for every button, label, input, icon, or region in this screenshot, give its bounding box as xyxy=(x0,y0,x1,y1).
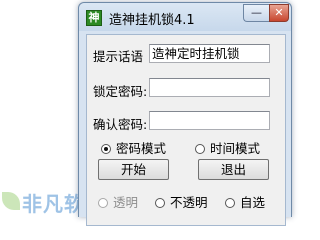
watermark-leaf-icon xyxy=(2,192,20,210)
lock-password-input[interactable] xyxy=(149,78,270,97)
transparent-label: 透明 xyxy=(113,195,139,210)
close-button[interactable]: ✕ xyxy=(269,4,289,22)
lock-password-label: 锁定密码: xyxy=(93,84,148,99)
confirm-password-input[interactable] xyxy=(149,111,270,130)
radio-unselected-icon xyxy=(225,198,235,208)
time-mode-label: 时间模式 xyxy=(210,141,261,156)
window-title: 造神挂机锁4.1 xyxy=(109,13,195,28)
opaque-radio[interactable]: 不透明 xyxy=(155,192,208,211)
app-icon: 神 xyxy=(86,10,102,26)
radio-unselected-icon xyxy=(195,144,205,154)
dialog-body: 提示话语 造神定时挂机锁 锁定密码: 确认密码: 密码模式 时间模式 开始 退出… xyxy=(86,34,286,226)
radio-unselected-icon xyxy=(155,198,165,208)
lock-window: 神 造神挂机锁4.1 — ✕ 提示话语 造神定时挂机锁 锁定密码: 确认密码: … xyxy=(78,2,292,226)
confirm-password-label: 确认密码: xyxy=(93,117,148,132)
exit-button[interactable]: 退出 xyxy=(198,159,269,180)
prompt-label: 提示话语 xyxy=(93,49,144,64)
opaque-label: 不透明 xyxy=(170,195,208,210)
password-mode-radio[interactable]: 密码模式 xyxy=(101,138,166,157)
custom-label: 自选 xyxy=(240,195,266,210)
start-button[interactable]: 开始 xyxy=(98,159,169,180)
custom-radio[interactable]: 自选 xyxy=(225,192,265,211)
time-mode-radio[interactable]: 时间模式 xyxy=(195,138,260,157)
minimize-button[interactable]: — xyxy=(243,4,269,22)
transparent-radio[interactable]: 透明 xyxy=(98,192,138,211)
title-bar[interactable]: 神 造神挂机锁4.1 — ✕ xyxy=(79,3,291,31)
prompt-input[interactable]: 造神定时挂机锁 xyxy=(149,44,270,63)
radio-unselected-icon xyxy=(98,198,108,208)
password-mode-label: 密码模式 xyxy=(116,141,167,156)
radio-selected-icon xyxy=(101,144,111,154)
